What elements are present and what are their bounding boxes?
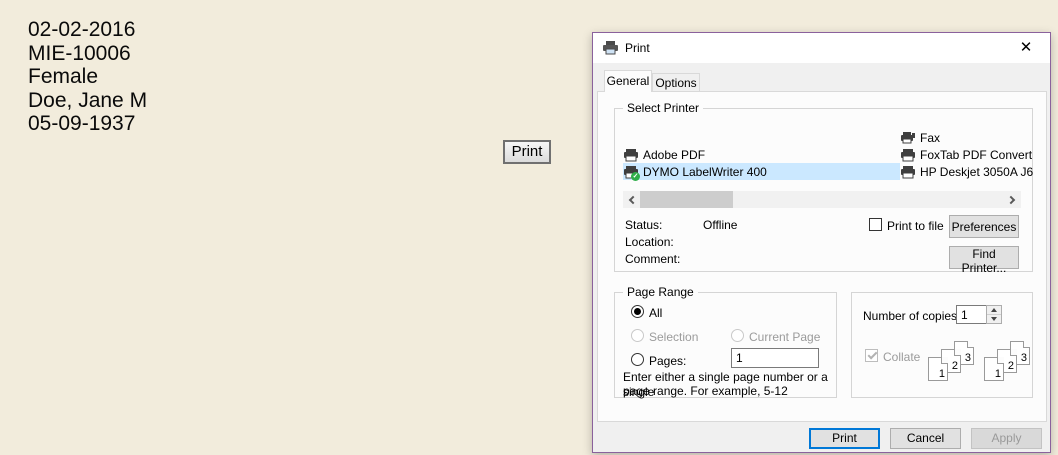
printer-icon [623, 147, 639, 163]
printer-name: Fax [920, 131, 940, 145]
dialog-titlebar[interactable]: Print ✕ [593, 33, 1050, 63]
copies-spinner [986, 305, 1002, 324]
page-print-button[interactable]: Print [503, 140, 551, 164]
patient-info-line: Female [28, 65, 147, 89]
patient-info-line: MIE-10006 [28, 42, 147, 66]
printer-icon [900, 147, 916, 163]
collate-pages-icon: 3 2 1 [978, 341, 1030, 391]
find-printer-button[interactable]: Find Printer... [949, 246, 1019, 269]
radio-all-label[interactable]: All [649, 306, 662, 320]
page-range-group: Page Range All Selection Current Page Pa… [614, 292, 837, 398]
default-printer-check-badge: ✓ [631, 172, 640, 181]
tab-page-general: Select Printer Fax [597, 91, 1047, 422]
radio-selection [631, 329, 644, 342]
select-printer-group: Select Printer Fax [614, 108, 1033, 272]
comment-label: Comment: [625, 252, 680, 266]
printer-item-hp-deskjet[interactable]: HP Deskjet 3050A J6 [900, 163, 1033, 180]
radio-pages[interactable] [631, 353, 644, 366]
chevron-right-icon[interactable] [1004, 191, 1021, 208]
print-to-file-label: Print to file [887, 219, 944, 233]
number-of-copies-label: Number of copies: [863, 309, 960, 323]
radio-current-page [731, 329, 744, 342]
scrollbar-thumb[interactable] [640, 191, 733, 208]
radio-selection-label: Selection [649, 330, 698, 344]
number-of-copies-input[interactable] [956, 305, 987, 324]
printer-name: DYMO LabelWriter 400 [643, 165, 767, 179]
pages-input[interactable] [731, 348, 819, 368]
page-range-hint-line2: page range. For example, 5-12 [623, 384, 788, 399]
close-icon[interactable]: ✕ [1006, 33, 1046, 63]
status-value: Offline [703, 218, 737, 232]
location-label: Location: [625, 235, 674, 249]
copies-group: Number of copies: Collate 3 2 1 3 2 1 [851, 292, 1033, 398]
dialog-title: Print [625, 41, 650, 55]
printer-name: HP Deskjet 3050A J6 [920, 165, 1033, 179]
printer-list-horizontal-scrollbar[interactable] [623, 191, 1021, 208]
select-printer-label: Select Printer [623, 101, 703, 115]
patient-info-line: Doe, Jane M [28, 89, 147, 113]
spinner-up-icon[interactable] [987, 306, 1001, 315]
tab-options[interactable]: Options [652, 73, 700, 92]
spinner-down-icon[interactable] [987, 315, 1001, 324]
apply-button: Apply [971, 428, 1042, 449]
collate-pages-icon: 3 2 1 [922, 341, 974, 391]
chevron-left-icon[interactable] [623, 191, 640, 208]
radio-all[interactable] [631, 305, 644, 318]
printer-name: Adobe PDF [643, 148, 705, 162]
printer-item-dymo-labelwriter[interactable]: ✓ DYMO LabelWriter 400 [623, 163, 900, 180]
radio-pages-label[interactable]: Pages: [649, 354, 686, 368]
tab-general[interactable]: General [604, 70, 652, 92]
fax-icon [900, 130, 916, 146]
status-label: Status: [625, 218, 662, 232]
collate-label: Collate [883, 350, 920, 364]
cancel-button[interactable]: Cancel [890, 428, 961, 449]
print-button[interactable]: Print [809, 428, 880, 449]
printer-icon [900, 164, 916, 180]
printer-item-fax[interactable]: Fax [900, 129, 940, 146]
print-to-file-checkbox[interactable] [869, 218, 882, 231]
patient-info-line: 02-02-2016 [28, 18, 147, 42]
printer-icon [602, 40, 619, 59]
preferences-button[interactable]: Preferences [949, 215, 1019, 238]
printer-item-adobe-pdf[interactable]: Adobe PDF [623, 146, 705, 163]
radio-current-page-label: Current Page [749, 330, 820, 344]
collate-checkbox [865, 349, 878, 362]
printer-icon: ✓ [623, 164, 639, 180]
page-range-label: Page Range [623, 285, 698, 299]
patient-info-block: 02-02-2016 MIE-10006 Female Doe, Jane M … [28, 18, 147, 136]
printer-name: FoxTab PDF Convert [920, 148, 1032, 162]
printer-item-foxtab-pdf[interactable]: FoxTab PDF Convert [900, 146, 1032, 163]
print-dialog: Print ✕ General Options Select Printer F… [592, 32, 1051, 453]
patient-info-line: 05-09-1937 [28, 112, 147, 136]
